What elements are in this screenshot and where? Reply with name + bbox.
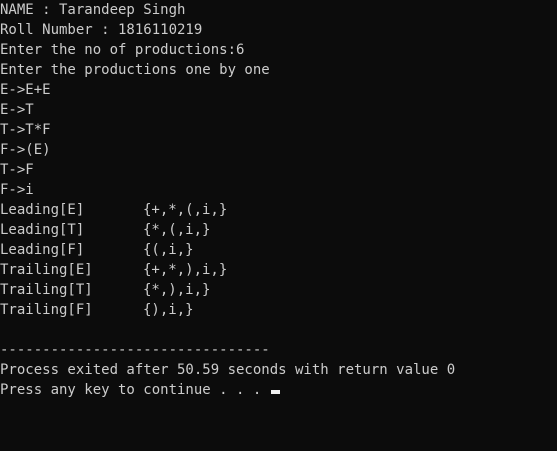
result-set: {(,i,} xyxy=(143,242,194,258)
continue-line: Press any key to continue . . . xyxy=(0,380,557,400)
result-label: Trailing[E] xyxy=(0,262,93,278)
result-line: Leading[T] {*,(,i,} xyxy=(0,220,557,240)
result-set: {+,*,(,i,} xyxy=(143,202,228,218)
header-roll-line: Roll Number : 1816110219 xyxy=(0,22,203,38)
result-set: {),i,} xyxy=(143,302,194,318)
result-set: {*,),i,} xyxy=(143,282,211,298)
production-line: T->F xyxy=(0,162,34,178)
production-line: E->E+E xyxy=(0,82,51,98)
header-name-line: NAME : Tarandeep Singh xyxy=(0,2,186,18)
result-label: Trailing[T] xyxy=(0,282,93,298)
continue-prompt: Press any key to continue . . . xyxy=(0,382,270,398)
console-output[interactable]: NAME : Tarandeep Singh Roll Number : 181… xyxy=(0,0,557,451)
cursor-icon xyxy=(270,390,280,394)
production-line: E->T xyxy=(0,102,34,118)
result-line: Trailing[E] {+,*,),i,} xyxy=(0,260,557,280)
separator-line: -------------------------------- xyxy=(0,342,270,358)
result-label: Leading[T] xyxy=(0,222,85,238)
exit-message: Process exited after 50.59 seconds with … xyxy=(0,362,456,378)
result-set: {+,*,),i,} xyxy=(143,262,228,278)
result-line: Leading[E] {+,*,(,i,} xyxy=(0,200,557,220)
result-line: Trailing[F] {),i,} xyxy=(0,300,557,320)
result-label: Leading[E] xyxy=(0,202,85,218)
production-line: T->T*F xyxy=(0,122,51,138)
productions-prompt-line: Enter the productions one by one xyxy=(0,62,270,78)
production-line: F->(E) xyxy=(0,142,51,158)
result-set: {*,(,i,} xyxy=(143,222,211,238)
productions-count-line: Enter the no of productions:6 xyxy=(0,42,245,58)
result-line: Trailing[T] {*,),i,} xyxy=(0,280,557,300)
result-label: Leading[F] xyxy=(0,242,85,258)
result-line: Leading[F] {(,i,} xyxy=(0,240,557,260)
production-line: F->i xyxy=(0,182,34,198)
result-label: Trailing[F] xyxy=(0,302,93,318)
